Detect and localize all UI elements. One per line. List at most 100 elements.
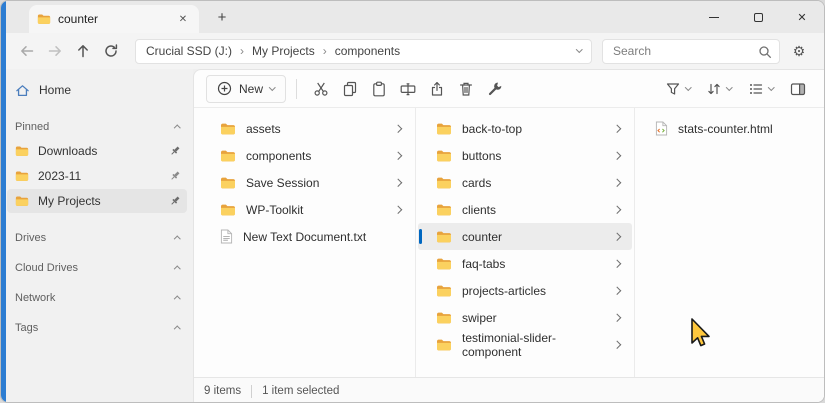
layout-button[interactable] xyxy=(742,75,780,103)
pin-icon xyxy=(169,145,181,157)
refresh-button[interactable] xyxy=(97,37,125,65)
file-row-clients[interactable]: clients xyxy=(418,196,632,223)
copy-button[interactable] xyxy=(336,75,365,103)
file-row-projects-articles[interactable]: projects-articles xyxy=(418,277,632,304)
tab-counter[interactable]: counter ✕ xyxy=(29,5,199,33)
breadcrumb[interactable]: Crucial SSD (J:) › My Projects › compone… xyxy=(135,39,592,64)
tab-close-icon[interactable]: ✕ xyxy=(175,11,191,27)
file-row-testimonial-slider-component[interactable]: testimonial-slider-component xyxy=(418,331,632,358)
chevron-up-icon[interactable] xyxy=(174,236,180,242)
folder-icon xyxy=(220,149,236,162)
breadcrumb-item-my-projects[interactable]: My Projects xyxy=(252,44,315,58)
sidebar-item-home[interactable]: Home xyxy=(7,78,187,102)
sidebar-item-my-projects[interactable]: My Projects xyxy=(7,189,187,213)
folder-icon xyxy=(220,176,236,189)
settings-button[interactable]: ⚙ xyxy=(784,37,814,65)
folder-icon xyxy=(436,149,452,162)
screen-edge-accent xyxy=(1,1,6,402)
file-row-counter[interactable]: counter xyxy=(418,223,632,250)
selection-count: 1 item selected xyxy=(262,385,339,397)
folder-icon xyxy=(220,203,236,216)
sidebar-item-2023-11[interactable]: 2023-11 xyxy=(7,164,187,188)
window-controls: ✕ xyxy=(692,1,824,33)
sidebar-item-label: Home xyxy=(39,83,71,97)
cut-button[interactable] xyxy=(307,75,336,103)
close-button[interactable]: ✕ xyxy=(780,1,824,33)
chevron-right-icon xyxy=(393,125,401,133)
folder-icon xyxy=(436,230,452,243)
section-label: Cloud Drives xyxy=(15,262,78,274)
file-row-save-session[interactable]: Save Session xyxy=(196,169,413,196)
sidebar-section-drives[interactable]: Drives xyxy=(1,227,193,249)
file-row-stats-counter-html[interactable]: stats-counter.html xyxy=(637,115,822,142)
sidebar: Home Pinned Downloads 2023-11 My Project… xyxy=(1,69,193,403)
mouse-cursor xyxy=(689,317,713,351)
up-icon xyxy=(75,43,91,59)
delete-button[interactable] xyxy=(452,75,481,103)
sidebar-section-pinned[interactable]: Pinned xyxy=(1,116,193,138)
chevron-right-icon xyxy=(612,125,620,133)
breadcrumb-item-drive[interactable]: Crucial SSD (J:) xyxy=(146,44,232,58)
forward-button[interactable] xyxy=(41,37,69,65)
file-row-back-to-top[interactable]: back-to-top xyxy=(418,115,632,142)
folder-icon xyxy=(436,122,452,135)
chevron-up-icon[interactable] xyxy=(174,326,180,332)
section-label: Drives xyxy=(15,232,46,244)
file-name: faq-tabs xyxy=(462,257,505,271)
new-button[interactable]: New xyxy=(206,75,286,103)
file-name: counter xyxy=(462,230,502,244)
wrench-icon xyxy=(487,81,503,97)
folder-icon xyxy=(37,13,51,25)
file-row-cards[interactable]: cards xyxy=(418,169,632,196)
paste-button[interactable] xyxy=(365,75,394,103)
rename-button[interactable] xyxy=(394,75,423,103)
details-pane-toggle[interactable] xyxy=(783,75,812,103)
chevron-right-icon xyxy=(612,152,620,160)
minimize-button[interactable] xyxy=(692,1,736,33)
sidebar-section-cloud-drives[interactable]: Cloud Drives xyxy=(1,257,193,279)
chevron-down-icon[interactable] xyxy=(576,46,582,52)
sidebar-item-label: My Projects xyxy=(38,194,101,208)
maximize-button[interactable] xyxy=(736,1,780,33)
chevron-up-icon[interactable] xyxy=(174,125,180,131)
sidebar-item-downloads[interactable]: Downloads xyxy=(7,139,187,163)
file-row-buttons[interactable]: buttons xyxy=(418,142,632,169)
share-icon xyxy=(429,81,445,97)
chevron-up-icon[interactable] xyxy=(174,266,180,272)
chevron-down-icon xyxy=(768,84,774,90)
chevron-up-icon[interactable] xyxy=(174,296,180,302)
chevron-right-icon xyxy=(393,152,401,160)
file-row-wp-toolkit[interactable]: WP-Toolkit xyxy=(196,196,413,223)
new-tab-button[interactable]: + xyxy=(211,6,233,28)
file-name: testimonial-slider-component xyxy=(462,331,604,359)
folder-icon xyxy=(436,311,452,324)
tools-button[interactable] xyxy=(481,75,510,103)
folder-icon xyxy=(436,338,452,351)
command-bar-right xyxy=(659,75,813,103)
up-button[interactable] xyxy=(69,37,97,65)
file-row-swiper[interactable]: swiper xyxy=(418,304,632,331)
file-row-components[interactable]: components xyxy=(196,142,413,169)
search-input[interactable] xyxy=(603,40,779,63)
file-columns: assets components Save Session xyxy=(194,108,824,377)
sort-button[interactable] xyxy=(700,75,738,103)
sidebar-section-tags[interactable]: Tags xyxy=(1,317,193,339)
search-icon[interactable] xyxy=(758,45,772,59)
file-row-faq-tabs[interactable]: faq-tabs xyxy=(418,250,632,277)
section-label: Network xyxy=(15,292,55,304)
file-row-new-text-document[interactable]: New Text Document.txt xyxy=(196,223,413,250)
chevron-right-icon xyxy=(393,206,401,214)
back-button[interactable] xyxy=(13,37,41,65)
share-button[interactable] xyxy=(423,75,452,103)
chevron-right-icon xyxy=(612,179,620,187)
breadcrumb-item-components[interactable]: components xyxy=(335,44,400,58)
file-row-assets[interactable]: assets xyxy=(196,115,413,142)
sidebar-section-network[interactable]: Network xyxy=(1,287,193,309)
refresh-icon xyxy=(103,43,119,59)
filter-button[interactable] xyxy=(659,75,697,103)
plus-circle-icon xyxy=(217,81,232,96)
cut-icon xyxy=(313,81,329,97)
file-name: clients xyxy=(462,203,496,217)
filter-icon xyxy=(665,81,681,97)
file-name: swiper xyxy=(462,311,497,325)
